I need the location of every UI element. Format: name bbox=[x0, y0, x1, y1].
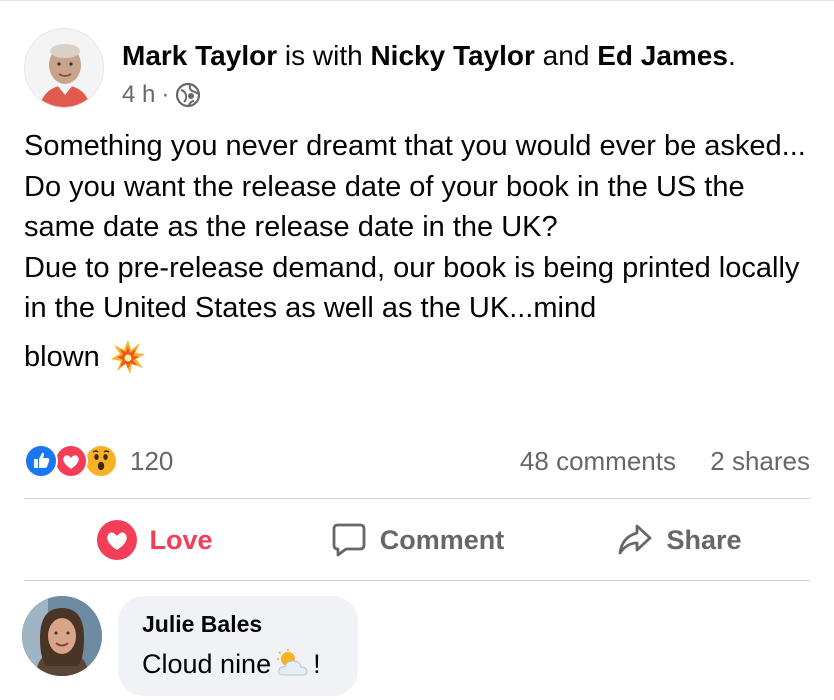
comments-count[interactable]: 48 comments bbox=[520, 444, 676, 478]
comment-button[interactable]: Comment bbox=[286, 500, 548, 580]
comment-bubble[interactable]: Julie Bales Cloud nine ! bbox=[118, 596, 358, 696]
comment-text: Cloud nine ! bbox=[142, 644, 358, 684]
action-bar: Love Comment Share bbox=[24, 500, 810, 580]
actions-top-divider bbox=[24, 498, 810, 499]
author-avatar[interactable] bbox=[24, 28, 104, 108]
with-text: is with bbox=[277, 40, 371, 71]
period: . bbox=[727, 40, 736, 71]
comment-text-suffix: ! bbox=[313, 649, 321, 679]
share-icon bbox=[616, 521, 654, 559]
post-header: Mark Taylor is with Nicky Taylor and Ed … bbox=[24, 28, 814, 110]
actions-bottom-divider bbox=[24, 580, 810, 581]
meta-separator: · bbox=[161, 81, 170, 108]
love-button-label: Love bbox=[149, 524, 213, 555]
author-name[interactable]: Mark Taylor bbox=[122, 40, 277, 71]
reactions-summary: 120 48 comments 2 shares bbox=[24, 440, 810, 480]
shares-count[interactable]: 2 shares bbox=[710, 444, 810, 478]
comment-icon bbox=[330, 521, 368, 559]
tagged-friend-2[interactable]: Ed James bbox=[597, 40, 728, 71]
top-divider bbox=[0, 0, 834, 1]
share-button-label: Share bbox=[666, 524, 742, 555]
globe-icon[interactable] bbox=[175, 82, 201, 108]
post-meta: 4 h · bbox=[122, 80, 201, 110]
comment-button-label: Comment bbox=[379, 524, 505, 555]
tagged-friend-1[interactable]: Nicky Taylor bbox=[370, 40, 534, 71]
comment-item: Julie Bales Cloud nine ! bbox=[22, 596, 812, 696]
post-text-line: Due to pre-release demand, our book is b… bbox=[24, 251, 800, 325]
and-text: and bbox=[534, 40, 598, 71]
like-icon bbox=[24, 444, 58, 478]
post-time[interactable]: 4 h bbox=[122, 80, 155, 110]
author-line: Mark Taylor is with Nicky Taylor and Ed … bbox=[122, 38, 736, 74]
post-text-line: blown bbox=[24, 340, 100, 373]
collision-emoji-icon bbox=[110, 339, 146, 375]
post-text-line: Something you never dreamt that you woul… bbox=[24, 130, 806, 162]
share-button[interactable]: Share bbox=[548, 500, 810, 580]
love-reaction-icon bbox=[97, 520, 138, 560]
sun-behind-cloud-icon bbox=[275, 649, 309, 679]
reaction-count[interactable]: 120 bbox=[130, 444, 173, 478]
post-text-last-line: blown bbox=[24, 337, 814, 378]
love-button[interactable]: Love bbox=[24, 500, 286, 580]
commenter-avatar[interactable] bbox=[22, 596, 102, 676]
commenter-name[interactable]: Julie Bales bbox=[142, 608, 358, 640]
wow-icon bbox=[84, 444, 118, 478]
love-icon bbox=[54, 444, 88, 478]
comment-text-content: Cloud nine bbox=[142, 649, 272, 679]
post-body: Something you never dreamt that you woul… bbox=[24, 126, 814, 377]
reaction-icons[interactable] bbox=[24, 444, 124, 478]
post-text-line: Do you want the release date of your boo… bbox=[24, 170, 745, 244]
